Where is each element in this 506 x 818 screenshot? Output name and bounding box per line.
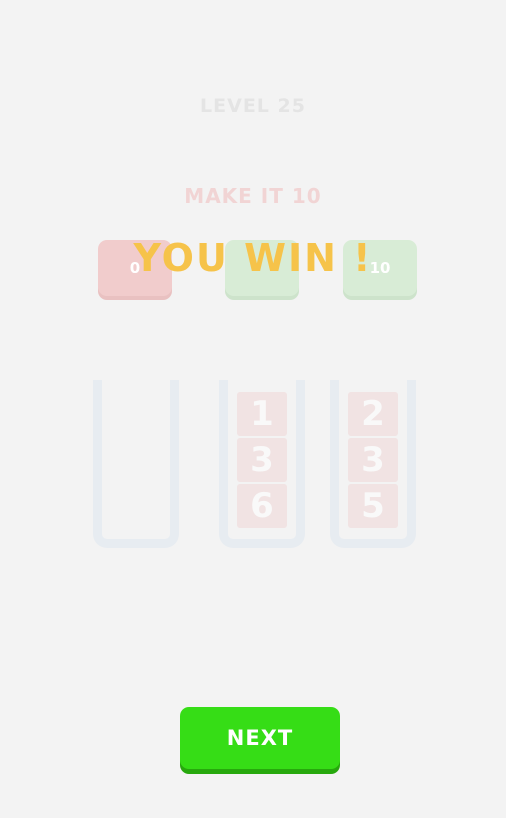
tube-2-stack: 1 3 6 (237, 390, 287, 528)
tube-2: 1 3 6 (219, 380, 305, 548)
goal-text: MAKE IT 10 (184, 184, 322, 208)
level-title: LEVEL 25 (200, 95, 306, 117)
number-block: 3 (348, 438, 398, 482)
number-block: 2 (348, 392, 398, 436)
number-block: 6 (237, 484, 287, 528)
tube-1 (93, 380, 179, 548)
number-block: 1 (237, 392, 287, 436)
tube-3-stack: 2 3 5 (348, 390, 398, 528)
next-button[interactable]: NEXT (180, 707, 340, 769)
tube-3: 2 3 5 (330, 380, 416, 548)
number-block: 3 (237, 438, 287, 482)
win-message: YOU WIN ! (133, 236, 373, 280)
number-block: 5 (348, 484, 398, 528)
